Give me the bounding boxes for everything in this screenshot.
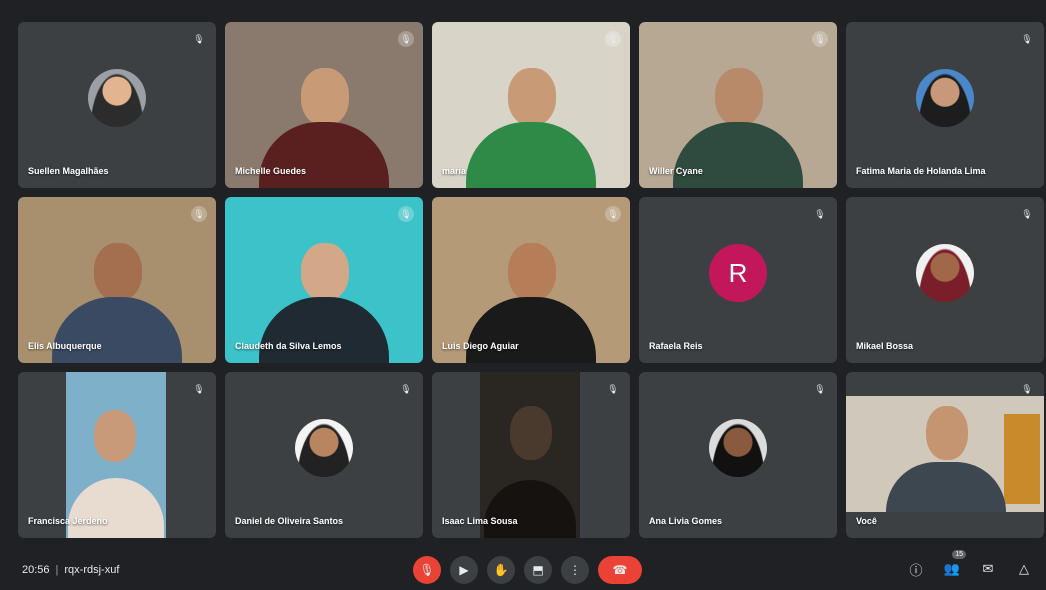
participant-name: Você <box>856 516 877 526</box>
separator: | <box>55 564 59 576</box>
mic-off-icon[interactable]: 🎙 <box>413 556 441 584</box>
meeting-info: 20:56 | rqx-rdsj-xuf <box>22 564 119 576</box>
participant-tile[interactable]: 🎙 Michelle Guedes <box>225 22 423 188</box>
bottom-bar: 20:56 | rqx-rdsj-xuf 🎙 ▶ ✋ ⬒ ⋮ ☎ ⓘ 👥 15 ✉ △ <box>0 548 1046 590</box>
hangup-icon[interactable]: ☎ <box>598 556 642 584</box>
mic-off-icon: 🎙 <box>400 383 412 394</box>
mic-off-icon: 🎙 <box>607 383 619 394</box>
mic-off-icon: 🎙 <box>605 206 621 222</box>
mic-off-icon: 🎙 <box>812 31 828 47</box>
participant-avatar <box>916 69 974 128</box>
call-controls: 🎙 ▶ ✋ ⬒ ⋮ ☎ <box>413 556 642 584</box>
participant-avatar <box>295 419 353 478</box>
mic-off-icon: 🎙 <box>193 33 205 44</box>
mic-off-icon: 🎙 <box>814 208 826 219</box>
info-icon[interactable]: ⓘ <box>906 558 926 580</box>
participant-avatar: R <box>709 244 767 303</box>
participant-name: maria <box>442 166 467 176</box>
mic-off-icon: 🎙 <box>398 206 414 222</box>
participant-name: Ana Livia Gomes <box>649 516 723 526</box>
participant-name: Suellen Magalhães <box>28 166 109 176</box>
participant-video <box>480 372 580 538</box>
participant-tile[interactable]: 🎙 maria <box>432 22 630 188</box>
participant-avatar <box>709 419 767 478</box>
participant-name: Daniel de Oliveira Santos <box>235 516 344 526</box>
participant-video <box>846 396 1044 512</box>
mic-off-icon: 🎙 <box>605 31 621 47</box>
activities-icon[interactable]: △ <box>1014 558 1034 580</box>
participant-name: Willer Cyane <box>649 166 703 176</box>
participant-video <box>66 372 166 538</box>
participant-tile[interactable]: 🎙 Ana Livia Gomes <box>639 372 837 538</box>
participant-video <box>466 48 596 188</box>
participant-tile[interactable]: 🎙 Mikael Bossa <box>846 197 1044 363</box>
participant-avatar <box>88 69 146 128</box>
mic-off-icon: 🎙 <box>191 206 207 222</box>
participant-tile[interactable]: 🎙 Fatima Maria de Holanda Lima <box>846 22 1044 188</box>
participant-tile[interactable]: R 🎙 Rafaela Reis <box>639 197 837 363</box>
people-icon[interactable]: 👥 15 <box>942 550 966 580</box>
participant-name: Mikael Bossa <box>856 341 914 351</box>
mic-off-icon: 🎙 <box>398 31 414 47</box>
participant-name: Elis Albuquerque <box>28 341 102 351</box>
meeting-time: 20:56 <box>22 564 50 576</box>
participant-tile[interactable]: 🎙 Você <box>846 372 1044 538</box>
participant-tile[interactable]: 🎙 Luis Diego Aguiar <box>432 197 630 363</box>
participants-count-badge: 15 <box>952 550 966 559</box>
participant-name: Claudeth da Silva Lemos <box>235 341 342 351</box>
chat-icon[interactable]: ✉ <box>978 558 998 580</box>
mic-off-icon: 🎙 <box>1021 208 1033 219</box>
participant-name: Isaac Lima Sousa <box>442 516 518 526</box>
more-icon[interactable]: ⋮ <box>561 556 589 584</box>
participant-name: Luis Diego Aguiar <box>442 341 519 351</box>
participant-name: Michelle Guedes <box>235 166 307 176</box>
participant-name: Rafaela Reis <box>649 341 703 351</box>
mic-off-icon: 🎙 <box>193 383 205 394</box>
mic-off-icon: 🎙 <box>1021 33 1033 44</box>
mic-off-icon: 🎙 <box>1021 383 1033 394</box>
participant-tile[interactable]: 🎙 Suellen Magalhães <box>18 22 216 188</box>
camera-icon[interactable]: ▶ <box>450 556 478 584</box>
participant-tile[interactable]: 🎙 Isaac Lima Sousa <box>432 372 630 538</box>
participant-tile[interactable]: 🎙 Francisca Jerdeno <box>18 372 216 538</box>
participant-tile[interactable]: 🎙 Willer Cyane <box>639 22 837 188</box>
participant-tile[interactable]: 🎙 Claudeth da Silva Lemos <box>225 197 423 363</box>
participant-grid: 🎙 Suellen Magalhães 🎙 Michelle Guedes 🎙 … <box>18 22 1044 538</box>
meeting-code: rqx-rdsj-xuf <box>64 564 120 576</box>
participant-name: Francisca Jerdeno <box>28 516 108 526</box>
side-controls: ⓘ 👥 15 ✉ △ <box>906 550 1034 580</box>
mic-off-icon: 🎙 <box>814 383 826 394</box>
participant-avatar <box>916 244 974 303</box>
participant-name: Fatima Maria de Holanda Lima <box>856 166 986 176</box>
participant-tile[interactable]: 🎙 Elis Albuquerque <box>18 197 216 363</box>
raise-hand-icon[interactable]: ✋ <box>487 556 515 584</box>
present-icon[interactable]: ⬒ <box>524 556 552 584</box>
participant-tile[interactable]: 🎙 Daniel de Oliveira Santos <box>225 372 423 538</box>
